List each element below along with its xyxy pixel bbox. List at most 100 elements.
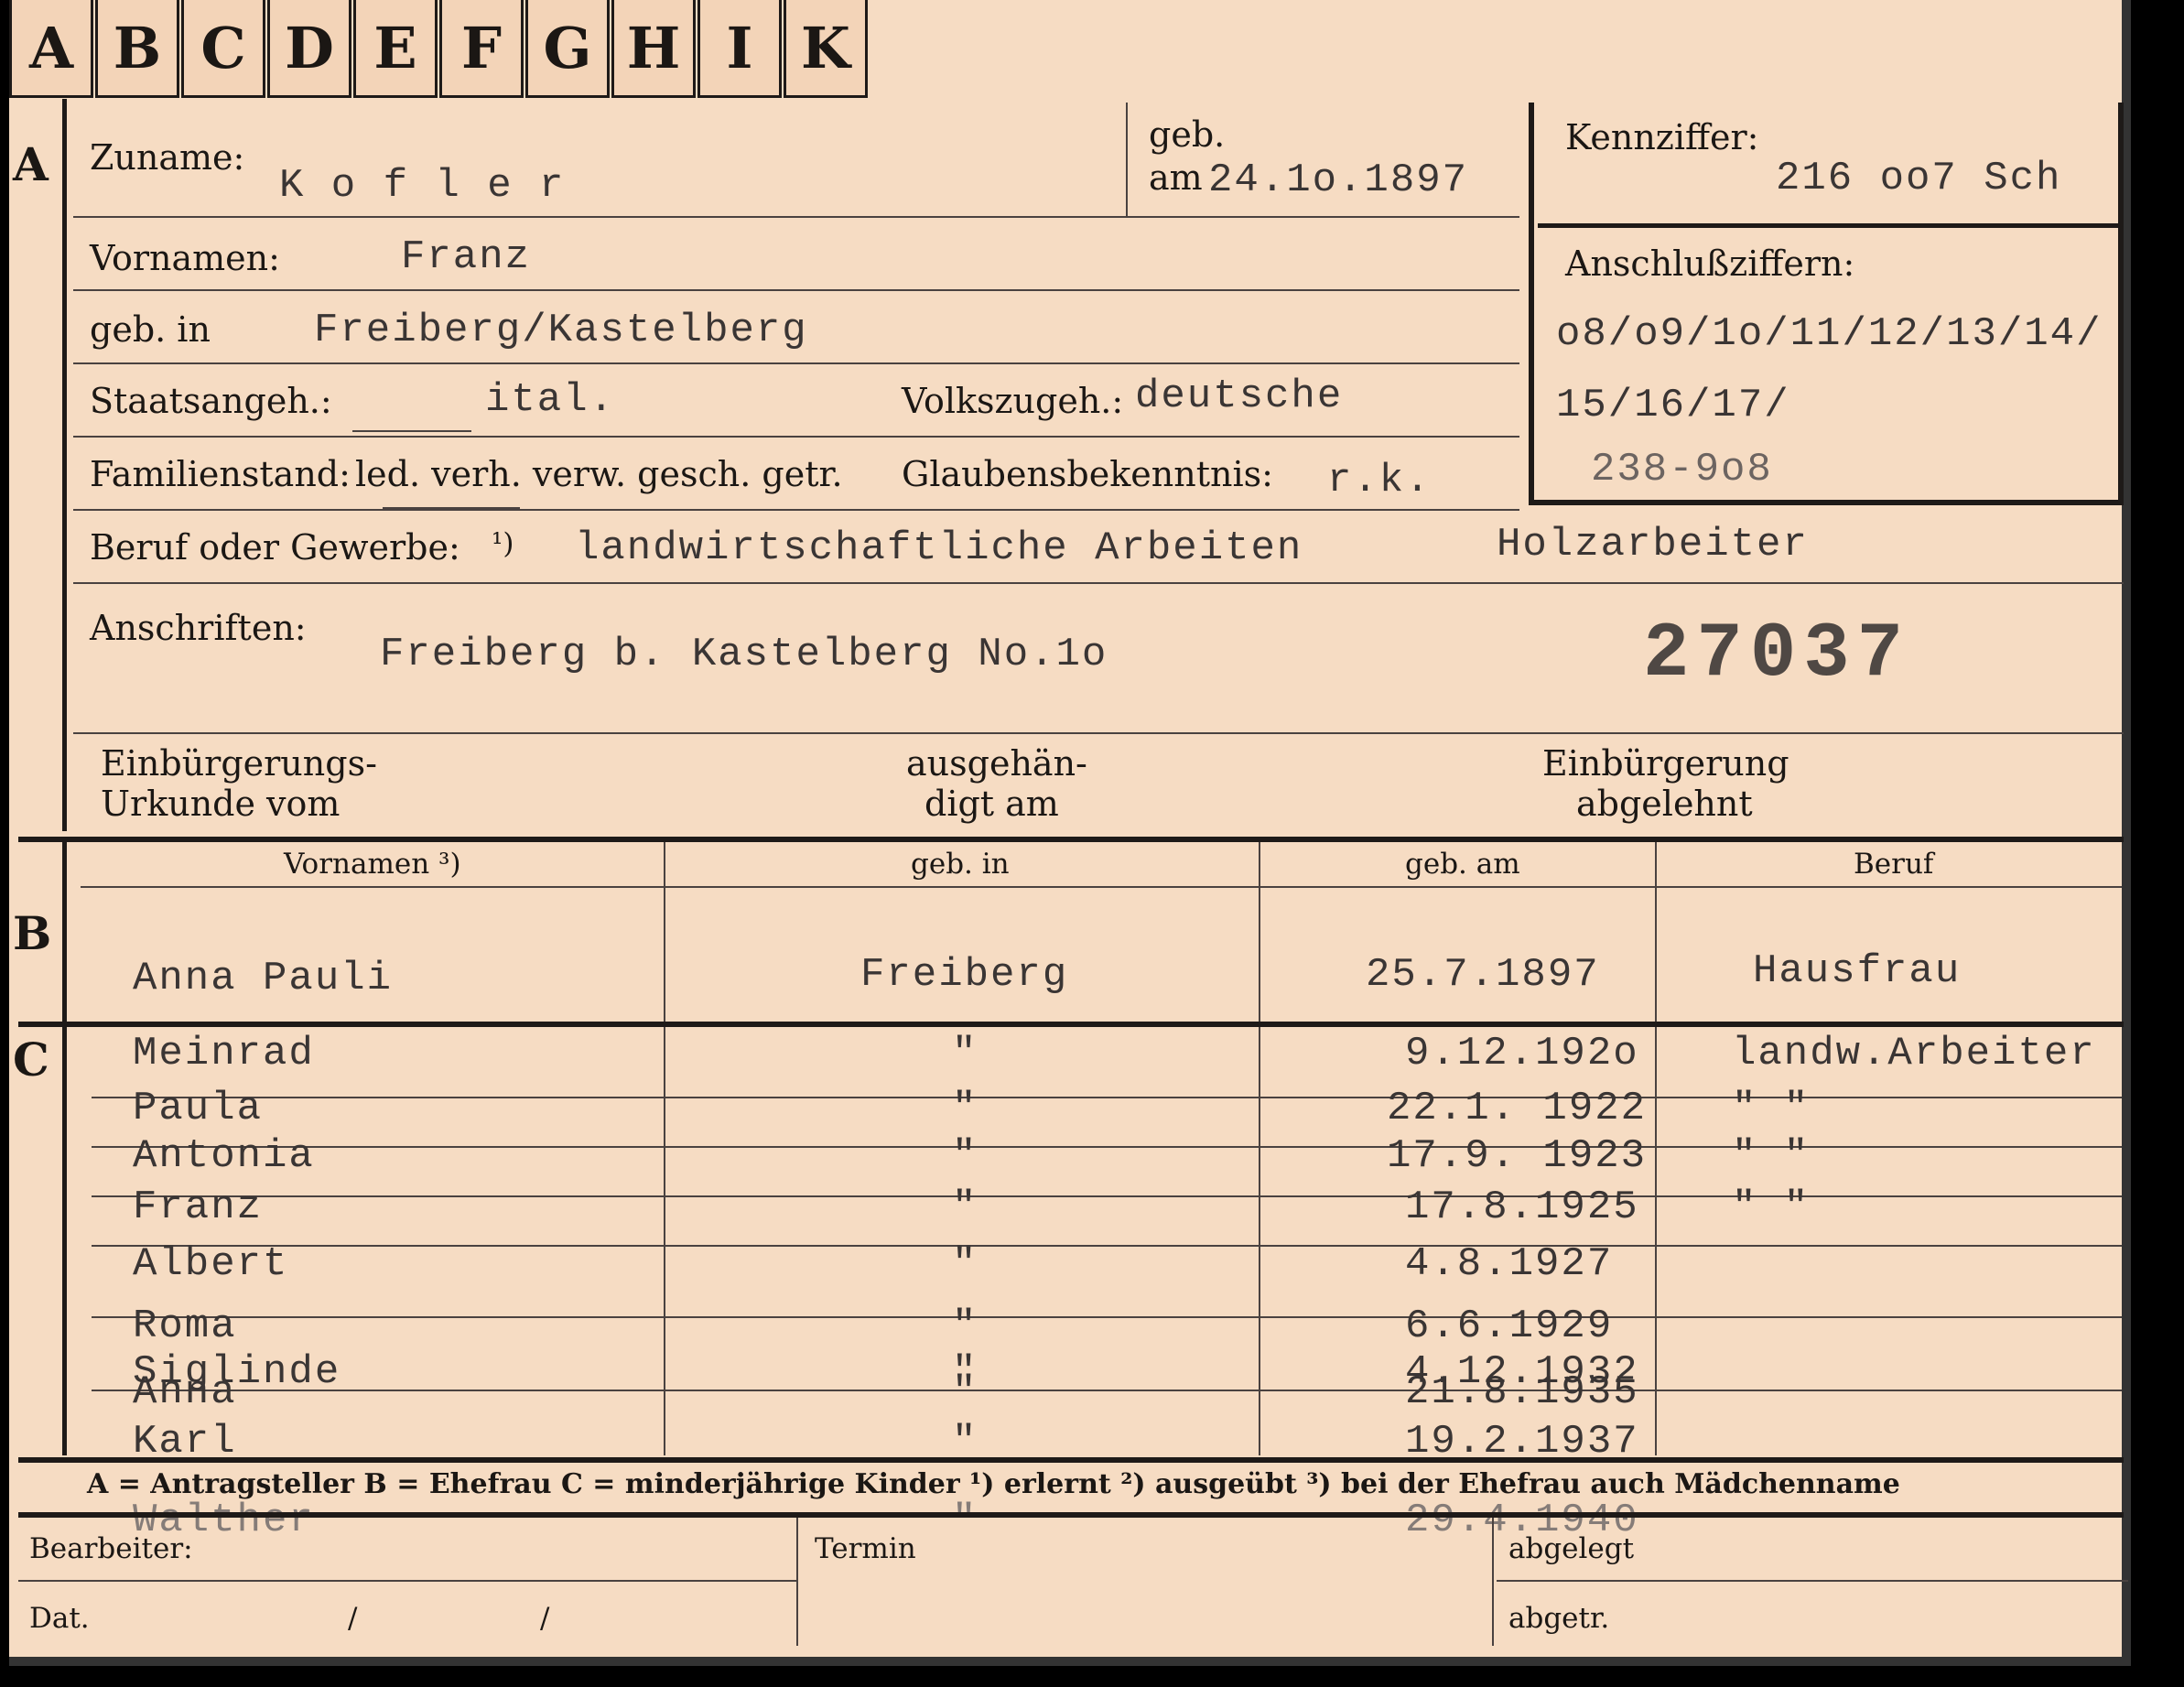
profession-value-2: Holzarbeiter bbox=[1497, 522, 1809, 568]
child-place: " bbox=[952, 1369, 978, 1415]
section-b-left-rule bbox=[62, 842, 67, 1022]
birthdate-value: 24.1o.1897 bbox=[1208, 157, 1469, 203]
marital-underline bbox=[383, 507, 520, 511]
child-place: " bbox=[952, 1184, 978, 1230]
rule bbox=[73, 362, 1519, 364]
alphabet-tab: I bbox=[697, 0, 782, 98]
wife-name: Anna Pauli bbox=[133, 956, 394, 1001]
ethnicity-value: deutsche bbox=[1135, 373, 1344, 419]
handed-label-2: digt am bbox=[924, 784, 1059, 824]
child-date: 22.1. 1922 bbox=[1387, 1086, 1648, 1131]
birthdate-label-am: am bbox=[1149, 157, 1203, 198]
child-name: Meinrad bbox=[133, 1031, 315, 1076]
first-names-label: Vornamen: bbox=[90, 238, 280, 278]
alphabet-tab: D bbox=[267, 0, 351, 98]
alphabet-tab: G bbox=[525, 0, 610, 98]
date-slash-1: / bbox=[348, 1602, 358, 1635]
rejected-label-1: Einbürgerung bbox=[1542, 743, 1789, 784]
date-label: Dat. bbox=[29, 1602, 90, 1635]
child-place: " bbox=[952, 1498, 978, 1543]
col-header-birthdate: geb. am bbox=[1405, 848, 1520, 881]
child-date: 17.8.1925 bbox=[1405, 1184, 1639, 1230]
alphabet-tab: E bbox=[353, 0, 438, 98]
issued-label: abgetr. bbox=[1508, 1602, 1610, 1635]
child-profession: " " bbox=[1732, 1184, 1811, 1230]
child-name: Roma bbox=[133, 1303, 237, 1349]
col-header-names: Vornamen ³) bbox=[284, 848, 461, 881]
connect-line-1: o8/o9/1o/11/12/13/14/ bbox=[1556, 311, 2103, 357]
alphabet-tab: C bbox=[181, 0, 265, 98]
filed-label: abgelegt bbox=[1508, 1532, 1635, 1565]
marital-label: Familienstand: bbox=[90, 454, 351, 494]
surname-label: Zuname: bbox=[90, 137, 245, 178]
deadline-label: Termin bbox=[815, 1532, 916, 1565]
rule bbox=[92, 1097, 2122, 1098]
rule bbox=[92, 1245, 2122, 1247]
rule bbox=[664, 842, 665, 1455]
rule bbox=[1126, 103, 1128, 216]
profession-note: ¹) bbox=[492, 527, 514, 560]
clerk-label: Bearbeiter: bbox=[29, 1532, 193, 1565]
rejected-label-2: abgelehnt bbox=[1576, 784, 1753, 824]
legend-top-rule bbox=[18, 1457, 2124, 1463]
child-place: " bbox=[952, 1133, 978, 1179]
rule bbox=[92, 1146, 2122, 1148]
index-card: A Zuname: K o f l e r geb. am 24.1o.1897… bbox=[9, 0, 2131, 1666]
rule bbox=[92, 1390, 2122, 1391]
wife-birthdate: 25.7.1897 bbox=[1366, 952, 1600, 998]
first-names-value: Franz bbox=[401, 234, 532, 280]
naturalization-cert-label-2: Urkunde vom bbox=[101, 784, 341, 824]
child-profession: landw.Arbeiter bbox=[1732, 1031, 2096, 1076]
col-header-birthplace: geb. in bbox=[911, 848, 1010, 881]
rule bbox=[73, 216, 1519, 218]
stamp-number: 27037 bbox=[1643, 611, 1911, 698]
naturalization-cert-label-1: Einbürgerungs- bbox=[101, 743, 377, 784]
legend: A = Antragsteller B = Ehefrau C = minder… bbox=[87, 1468, 1900, 1500]
child-name: Anna bbox=[133, 1369, 237, 1415]
date-slash-2: / bbox=[540, 1602, 550, 1635]
connect-line-2: 15/16/17/ bbox=[1556, 383, 1790, 428]
child-name: Paula bbox=[133, 1086, 264, 1131]
birthdate-label-top: geb. bbox=[1149, 114, 1226, 155]
alphabet-tab: H bbox=[611, 0, 696, 98]
surname-value: K o f l e r bbox=[279, 163, 566, 209]
child-name: Albert bbox=[133, 1241, 289, 1287]
alphabet-tabs: ABCDEFGHIK bbox=[9, 0, 870, 101]
child-name: Franz bbox=[133, 1184, 264, 1230]
ethnicity-label: Volkszugeh.: bbox=[902, 381, 1124, 421]
child-place: " bbox=[952, 1241, 978, 1287]
id-value: 216 oo7 Sch bbox=[1776, 156, 2062, 201]
religion-label: Glaubensbekenntnis: bbox=[902, 454, 1273, 494]
profession-label: Beruf oder Gewerbe: bbox=[90, 527, 460, 568]
child-place: " bbox=[952, 1086, 978, 1131]
child-name: Antonia bbox=[133, 1133, 315, 1179]
address-label: Anschriften: bbox=[90, 608, 307, 648]
address-value: Freiberg b. Kastelberg No.1o bbox=[380, 632, 1108, 677]
religion-value: r.k. bbox=[1327, 458, 1432, 503]
rule bbox=[18, 1580, 796, 1582]
section-b-top-rule bbox=[18, 837, 2124, 842]
connect-line-3: 238-9o8 bbox=[1591, 447, 1773, 492]
child-place: " bbox=[952, 1031, 978, 1076]
citizenship-label: Staatsangeh.: bbox=[90, 381, 332, 421]
wife-profession: Hausfrau bbox=[1753, 948, 1962, 994]
col-header-profession: Beruf bbox=[1854, 848, 1934, 881]
rule bbox=[73, 509, 1519, 511]
child-date: 21.8.1935 bbox=[1405, 1369, 1639, 1415]
child-date: 4.8.1927 bbox=[1405, 1241, 1614, 1287]
rule bbox=[92, 1195, 2122, 1197]
rule bbox=[73, 582, 2124, 584]
wife-birthplace: Freiberg bbox=[860, 952, 1069, 998]
alphabet-tab: K bbox=[784, 0, 868, 98]
rule bbox=[73, 289, 1519, 291]
child-date: 17.9. 1923 bbox=[1387, 1133, 1648, 1179]
child-profession: " " bbox=[1732, 1133, 1811, 1179]
birthplace-value: Freiberg/Kastelberg bbox=[314, 308, 808, 353]
handed-label-1: ausgehän- bbox=[906, 743, 1087, 784]
citizenship-value: ital. bbox=[485, 377, 616, 423]
rule bbox=[1655, 842, 1657, 1455]
connect-label: Anschlußziffern: bbox=[1565, 243, 1855, 284]
alphabet-tab: B bbox=[95, 0, 179, 98]
section-c-top-rule bbox=[18, 1022, 2124, 1027]
rule bbox=[352, 430, 471, 432]
